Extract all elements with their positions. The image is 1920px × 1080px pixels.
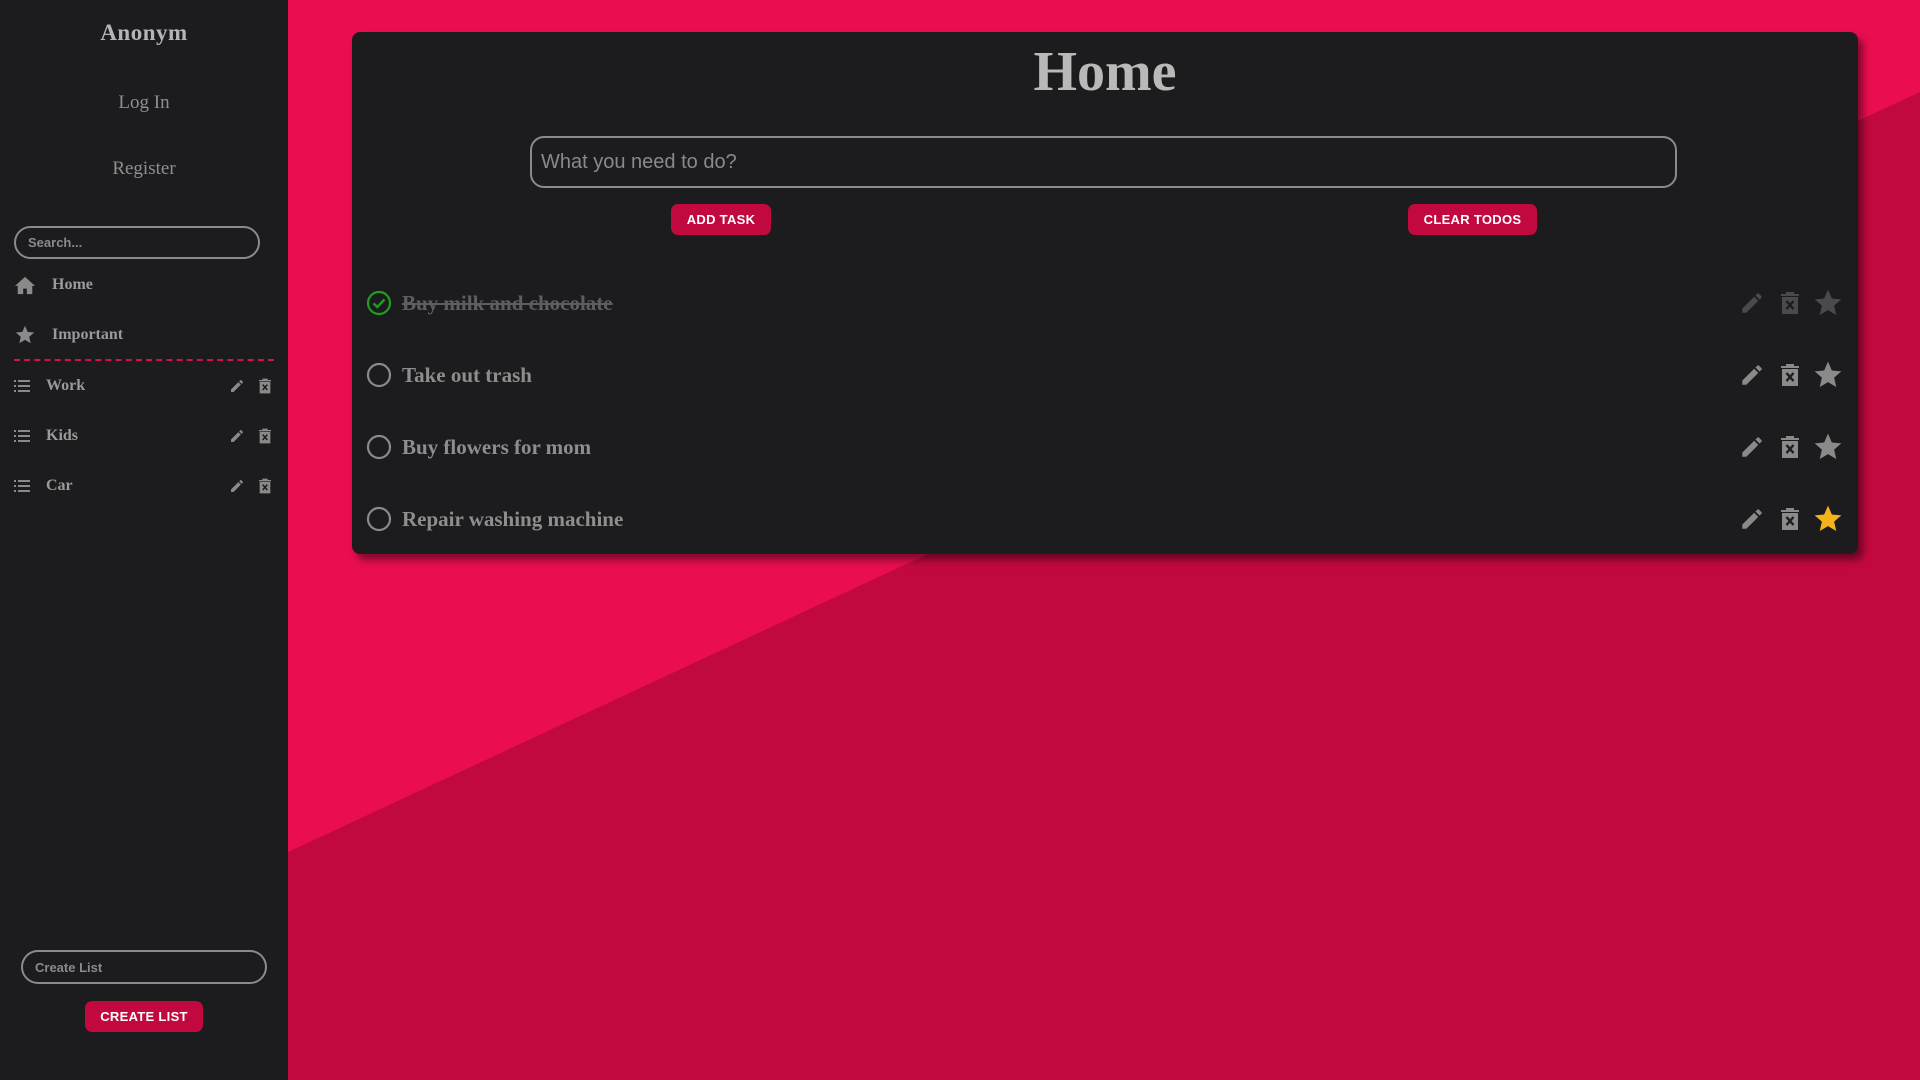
todo-text: Repair washing machine [402,506,624,531]
delete-icon[interactable] [256,377,274,395]
edit-icon[interactable] [1738,433,1766,461]
todo-item: Take out trash [366,355,1844,395]
todo-item: Buy milk and chocolate [366,283,1844,323]
edit-icon[interactable] [1738,289,1766,317]
todo-item: Repair washing machine [366,499,1844,539]
page-title: Home [1033,41,1177,103]
home-icon [14,274,36,296]
todo-text: Buy flowers for mom [402,434,592,459]
sidebar-item-important[interactable]: Important [14,320,274,350]
delete-icon[interactable] [1776,289,1804,317]
todo-text: Take out trash [402,362,532,387]
delete-icon[interactable] [1776,505,1804,533]
sidebar-list-car[interactable]: Car [14,473,274,499]
edit-icon[interactable] [1738,361,1766,389]
sidebar-item-home[interactable]: Home [14,270,274,300]
delete-icon[interactable] [1776,361,1804,389]
edit-icon[interactable] [1738,505,1766,533]
sidebar-list-label[interactable]: Car [46,477,218,495]
edit-icon[interactable] [228,427,246,445]
todo-item: Buy flowers for mom [366,427,1844,467]
todo-checkbox[interactable] [366,434,392,460]
sidebar-item-label: Important [52,326,124,343]
sidebar-list-label[interactable]: Work [46,377,218,395]
sidebar-item-label: Home [52,276,93,293]
delete-icon[interactable] [256,427,274,445]
delete-icon[interactable] [1776,433,1804,461]
star-icon [14,324,36,346]
star-icon[interactable] [1812,431,1844,463]
star-icon[interactable] [1812,359,1844,391]
sidebar-search-input[interactable] [14,226,260,259]
todo-card: Home Add Task Clear Todos Buy milk and c… [352,32,1858,554]
create-list-input[interactable] [21,950,267,984]
sidebar-divider [14,359,274,361]
list-icon [14,378,30,394]
edit-icon[interactable] [228,477,246,495]
star-icon[interactable] [1812,287,1844,319]
todo-checkbox[interactable] [366,506,392,532]
completed-checkbox[interactable] [366,290,392,316]
sidebar-list-work[interactable]: Work [14,373,274,399]
list-icon [14,478,30,494]
todo-checkbox[interactable] [366,362,392,388]
delete-icon[interactable] [256,477,274,495]
list-icon [14,428,30,444]
sidebar: Anonym Log In Register Home Important Wo… [0,0,288,1080]
login-link[interactable]: Log In [0,92,288,114]
task-input[interactable] [530,136,1677,188]
create-list-button[interactable]: Create List [85,1001,203,1032]
todo-text: Buy milk and chocolate [402,290,613,315]
register-link[interactable]: Register [0,158,288,180]
edit-icon[interactable] [228,377,246,395]
user-name: Anonym [100,20,188,45]
add-task-button[interactable]: Add Task [671,204,771,235]
sidebar-list-kids[interactable]: Kids [14,423,274,449]
star-icon-active[interactable] [1812,503,1844,535]
clear-todos-button[interactable]: Clear Todos [1408,204,1537,235]
sidebar-list-label[interactable]: Kids [46,427,218,445]
